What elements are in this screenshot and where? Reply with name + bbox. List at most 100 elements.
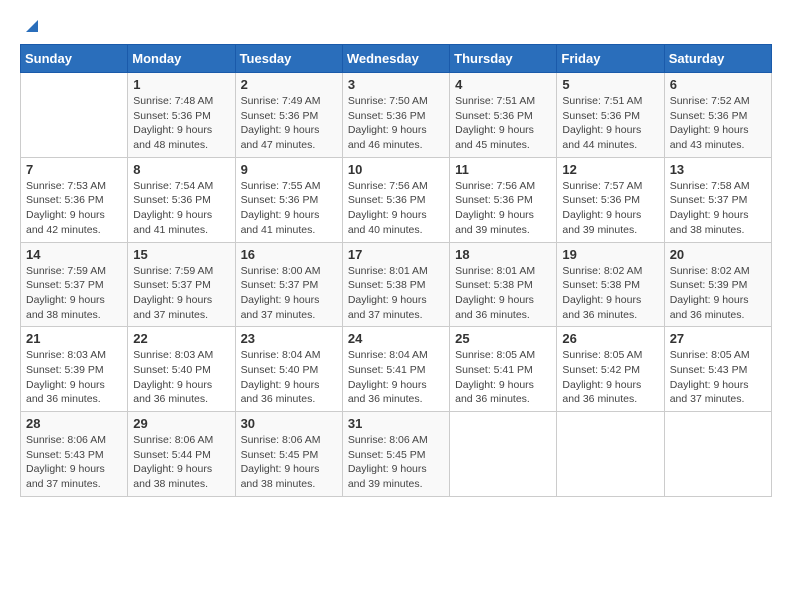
day-detail: Sunrise: 8:04 AM Sunset: 5:41 PM Dayligh… bbox=[348, 348, 444, 407]
day-detail: Sunrise: 8:00 AM Sunset: 5:37 PM Dayligh… bbox=[241, 264, 337, 323]
week-row-4: 21Sunrise: 8:03 AM Sunset: 5:39 PM Dayli… bbox=[21, 327, 772, 412]
day-detail: Sunrise: 8:05 AM Sunset: 5:43 PM Dayligh… bbox=[670, 348, 766, 407]
day-detail: Sunrise: 8:06 AM Sunset: 5:43 PM Dayligh… bbox=[26, 433, 122, 492]
day-number: 6 bbox=[670, 77, 766, 92]
day-cell bbox=[664, 412, 771, 497]
day-number: 16 bbox=[241, 247, 337, 262]
day-number: 10 bbox=[348, 162, 444, 177]
day-number: 2 bbox=[241, 77, 337, 92]
day-number: 18 bbox=[455, 247, 551, 262]
day-detail: Sunrise: 8:03 AM Sunset: 5:40 PM Dayligh… bbox=[133, 348, 229, 407]
day-number: 26 bbox=[562, 331, 658, 346]
day-number: 29 bbox=[133, 416, 229, 431]
day-detail: Sunrise: 8:01 AM Sunset: 5:38 PM Dayligh… bbox=[455, 264, 551, 323]
day-number: 23 bbox=[241, 331, 337, 346]
day-detail: Sunrise: 7:53 AM Sunset: 5:36 PM Dayligh… bbox=[26, 179, 122, 238]
calendar-body: 1 Sunrise: 7:48 AM Sunset: 5:36 PM Daylig… bbox=[21, 73, 772, 497]
logo bbox=[20, 20, 38, 34]
day-number: 28 bbox=[26, 416, 122, 431]
day-cell: 14 Sunrise: 7:59 AM Sunset: 5:37 PM Dayli… bbox=[21, 242, 128, 327]
calendar-header: SundayMondayTuesdayWednesdayThursdayFrid… bbox=[21, 45, 772, 73]
day-cell: 8 Sunrise: 7:54 AM Sunset: 5:36 PM Daylig… bbox=[128, 157, 235, 242]
day-cell: 26Sunrise: 8:05 AM Sunset: 5:42 PM Dayli… bbox=[557, 327, 664, 412]
header-day-sunday: Sunday bbox=[21, 45, 128, 73]
day-number: 5 bbox=[562, 77, 658, 92]
day-cell: 24 Sunrise: 8:04 AM Sunset: 5:41 PM Dayli… bbox=[342, 327, 449, 412]
day-detail: Sunrise: 7:57 AM Sunset: 5:36 PM Dayligh… bbox=[562, 179, 658, 238]
day-cell: 29 Sunrise: 8:06 AM Sunset: 5:44 PM Dayli… bbox=[128, 412, 235, 497]
day-cell: 15 Sunrise: 7:59 AM Sunset: 5:37 PM Dayli… bbox=[128, 242, 235, 327]
day-cell: 22Sunrise: 8:03 AM Sunset: 5:40 PM Dayli… bbox=[128, 327, 235, 412]
day-number: 13 bbox=[670, 162, 766, 177]
day-number: 7 bbox=[26, 162, 122, 177]
day-cell: 27 Sunrise: 8:05 AM Sunset: 5:43 PM Dayli… bbox=[664, 327, 771, 412]
day-detail: Sunrise: 7:49 AM Sunset: 5:36 PM Dayligh… bbox=[241, 94, 337, 153]
day-cell: 2 Sunrise: 7:49 AM Sunset: 5:36 PM Daylig… bbox=[235, 73, 342, 158]
day-number: 19 bbox=[562, 247, 658, 262]
day-cell: 18 Sunrise: 8:01 AM Sunset: 5:38 PM Dayli… bbox=[450, 242, 557, 327]
day-number: 21 bbox=[26, 331, 122, 346]
day-detail: Sunrise: 7:52 AM Sunset: 5:36 PM Dayligh… bbox=[670, 94, 766, 153]
day-number: 9 bbox=[241, 162, 337, 177]
header-row: SundayMondayTuesdayWednesdayThursdayFrid… bbox=[21, 45, 772, 73]
day-detail: Sunrise: 7:55 AM Sunset: 5:36 PM Dayligh… bbox=[241, 179, 337, 238]
day-detail: Sunrise: 7:51 AM Sunset: 5:36 PM Dayligh… bbox=[562, 94, 658, 153]
day-detail: Sunrise: 7:51 AM Sunset: 5:36 PM Dayligh… bbox=[455, 94, 551, 153]
day-number: 1 bbox=[133, 77, 229, 92]
day-detail: Sunrise: 7:59 AM Sunset: 5:37 PM Dayligh… bbox=[26, 264, 122, 323]
day-detail: Sunrise: 8:04 AM Sunset: 5:40 PM Dayligh… bbox=[241, 348, 337, 407]
day-number: 12 bbox=[562, 162, 658, 177]
day-number: 8 bbox=[133, 162, 229, 177]
week-row-5: 28 Sunrise: 8:06 AM Sunset: 5:43 PM Dayli… bbox=[21, 412, 772, 497]
day-cell: 7 Sunrise: 7:53 AM Sunset: 5:36 PM Daylig… bbox=[21, 157, 128, 242]
day-detail: Sunrise: 7:54 AM Sunset: 5:36 PM Dayligh… bbox=[133, 179, 229, 238]
day-detail: Sunrise: 8:06 AM Sunset: 5:45 PM Dayligh… bbox=[241, 433, 337, 492]
day-detail: Sunrise: 8:05 AM Sunset: 5:41 PM Dayligh… bbox=[455, 348, 551, 407]
day-detail: Sunrise: 7:58 AM Sunset: 5:37 PM Dayligh… bbox=[670, 179, 766, 238]
day-cell: 12 Sunrise: 7:57 AM Sunset: 5:36 PM Dayli… bbox=[557, 157, 664, 242]
day-number: 17 bbox=[348, 247, 444, 262]
day-cell: 19 Sunrise: 8:02 AM Sunset: 5:38 PM Dayli… bbox=[557, 242, 664, 327]
day-number: 25 bbox=[455, 331, 551, 346]
day-number: 24 bbox=[348, 331, 444, 346]
day-cell: 9 Sunrise: 7:55 AM Sunset: 5:36 PM Daylig… bbox=[235, 157, 342, 242]
day-cell: 3 Sunrise: 7:50 AM Sunset: 5:36 PM Daylig… bbox=[342, 73, 449, 158]
day-detail: Sunrise: 7:59 AM Sunset: 5:37 PM Dayligh… bbox=[133, 264, 229, 323]
day-cell bbox=[21, 73, 128, 158]
header-day-thursday: Thursday bbox=[450, 45, 557, 73]
day-number: 14 bbox=[26, 247, 122, 262]
day-cell: 10Sunrise: 7:56 AM Sunset: 5:36 PM Dayli… bbox=[342, 157, 449, 242]
day-cell: 25 Sunrise: 8:05 AM Sunset: 5:41 PM Dayli… bbox=[450, 327, 557, 412]
day-number: 15 bbox=[133, 247, 229, 262]
day-detail: Sunrise: 7:48 AM Sunset: 5:36 PM Dayligh… bbox=[133, 94, 229, 153]
day-cell: 6 Sunrise: 7:52 AM Sunset: 5:36 PM Daylig… bbox=[664, 73, 771, 158]
day-cell: 1 Sunrise: 7:48 AM Sunset: 5:36 PM Daylig… bbox=[128, 73, 235, 158]
day-cell bbox=[450, 412, 557, 497]
day-cell: 21Sunrise: 8:03 AM Sunset: 5:39 PM Dayli… bbox=[21, 327, 128, 412]
day-number: 3 bbox=[348, 77, 444, 92]
day-number: 11 bbox=[455, 162, 551, 177]
day-cell: 31Sunrise: 8:06 AM Sunset: 5:45 PM Dayli… bbox=[342, 412, 449, 497]
day-detail: Sunrise: 8:01 AM Sunset: 5:38 PM Dayligh… bbox=[348, 264, 444, 323]
day-detail: Sunrise: 8:02 AM Sunset: 5:38 PM Dayligh… bbox=[562, 264, 658, 323]
day-cell: 5 Sunrise: 7:51 AM Sunset: 5:36 PM Daylig… bbox=[557, 73, 664, 158]
day-number: 27 bbox=[670, 331, 766, 346]
day-cell: 13 Sunrise: 7:58 AM Sunset: 5:37 PM Dayli… bbox=[664, 157, 771, 242]
day-detail: Sunrise: 8:06 AM Sunset: 5:44 PM Dayligh… bbox=[133, 433, 229, 492]
day-cell: 28 Sunrise: 8:06 AM Sunset: 5:43 PM Dayli… bbox=[21, 412, 128, 497]
header-day-friday: Friday bbox=[557, 45, 664, 73]
week-row-2: 7 Sunrise: 7:53 AM Sunset: 5:36 PM Daylig… bbox=[21, 157, 772, 242]
day-detail: Sunrise: 8:02 AM Sunset: 5:39 PM Dayligh… bbox=[670, 264, 766, 323]
day-cell: 20Sunrise: 8:02 AM Sunset: 5:39 PM Dayli… bbox=[664, 242, 771, 327]
week-row-3: 14 Sunrise: 7:59 AM Sunset: 5:37 PM Dayli… bbox=[21, 242, 772, 327]
day-detail: Sunrise: 7:56 AM Sunset: 5:36 PM Dayligh… bbox=[455, 179, 551, 238]
page-header bbox=[20, 20, 772, 34]
day-cell: 16 Sunrise: 8:00 AM Sunset: 5:37 PM Dayli… bbox=[235, 242, 342, 327]
day-number: 30 bbox=[241, 416, 337, 431]
header-day-monday: Monday bbox=[128, 45, 235, 73]
day-detail: Sunrise: 7:50 AM Sunset: 5:36 PM Dayligh… bbox=[348, 94, 444, 153]
day-cell: 23 Sunrise: 8:04 AM Sunset: 5:40 PM Dayli… bbox=[235, 327, 342, 412]
day-detail: Sunrise: 8:06 AM Sunset: 5:45 PM Dayligh… bbox=[348, 433, 444, 492]
day-cell: 30 Sunrise: 8:06 AM Sunset: 5:45 PM Dayli… bbox=[235, 412, 342, 497]
day-cell: 11 Sunrise: 7:56 AM Sunset: 5:36 PM Dayli… bbox=[450, 157, 557, 242]
